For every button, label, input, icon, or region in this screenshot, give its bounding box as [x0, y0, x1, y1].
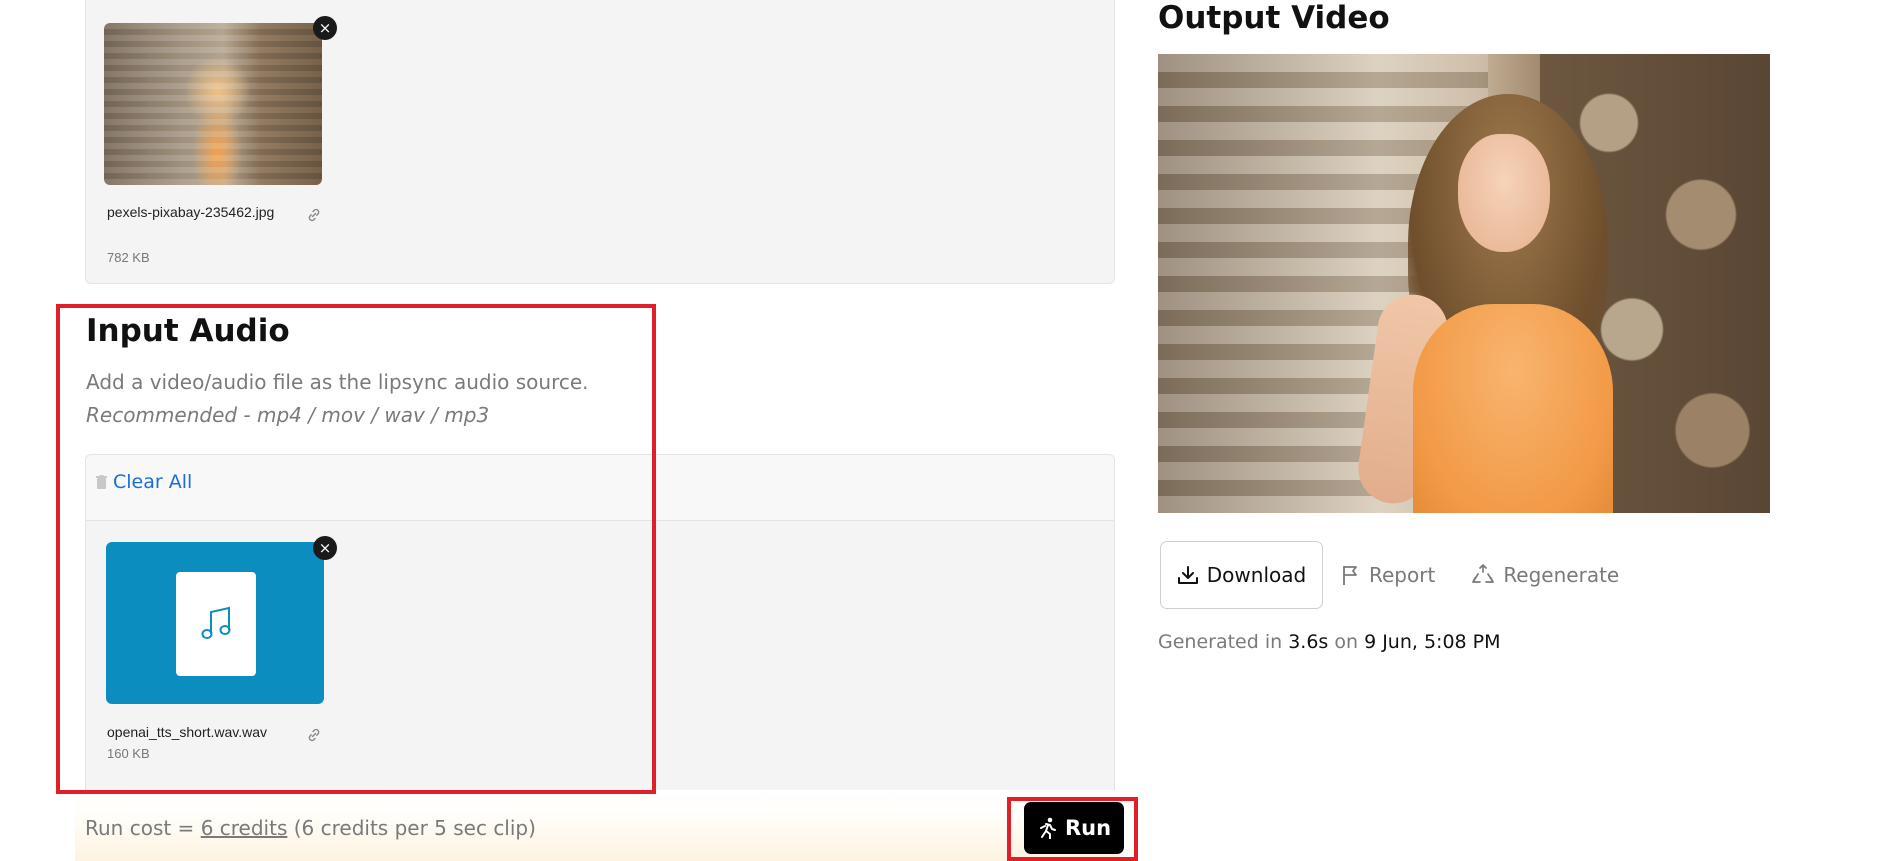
image-thumbnail[interactable]	[104, 23, 322, 185]
video-subject-dress	[1413, 304, 1613, 513]
regenerate-button[interactable]: Regenerate	[1471, 563, 1619, 587]
report-label: Report	[1369, 563, 1436, 587]
audio-file-page	[176, 572, 256, 676]
download-label: Download	[1206, 563, 1307, 587]
close-icon: ×	[318, 19, 332, 37]
output-video-player[interactable]	[1158, 54, 1770, 513]
flag-icon	[1343, 566, 1357, 585]
audio-file-size: 160 KB	[107, 746, 150, 761]
input-audio-description: Add a video/audio file as the lipsync au…	[86, 370, 589, 394]
image-file-size: 782 KB	[107, 250, 150, 265]
remove-image-button[interactable]: ×	[313, 16, 337, 40]
generated-info: Generated in 3.6s on 9 Jun, 5:08 PM	[1158, 631, 1501, 653]
run-button-label: Run	[1064, 816, 1112, 840]
generated-prefix: Generated in	[1158, 631, 1289, 653]
run-cost-prefix: Run cost =	[85, 816, 201, 840]
image-file-card	[104, 23, 324, 185]
input-audio-recommended: Recommended - mp4 / mov / wav / mp3	[86, 403, 490, 427]
generation-duration: 3.6s	[1288, 631, 1329, 653]
run-cost-text: Run cost = 6 credits (6 credits per 5 se…	[85, 816, 536, 840]
download-button[interactable]: Download	[1160, 541, 1323, 609]
video-subject-face	[1458, 134, 1550, 252]
recycle-icon	[1472, 564, 1495, 583]
input-audio-title: Input Audio	[86, 313, 290, 349]
clear-all-button[interactable]: Clear All	[96, 471, 192, 493]
output-video-title: Output Video	[1158, 0, 1390, 36]
remove-audio-button[interactable]: ×	[313, 536, 337, 560]
running-person-icon	[1039, 817, 1056, 839]
output-actions: Download Report Regenerate	[1160, 541, 1619, 609]
run-button[interactable]: Run	[1024, 802, 1124, 854]
input-image-panel	[85, 0, 1115, 284]
close-icon: ×	[318, 539, 332, 557]
image-file-name[interactable]: pexels-pixabay-235462.jpg	[107, 202, 297, 222]
audio-file-name[interactable]: openai_tts_short.wav.wav	[107, 722, 307, 742]
link-icon[interactable]	[306, 207, 322, 223]
audio-thumbnail[interactable]	[106, 542, 324, 704]
download-icon	[1177, 566, 1198, 584]
trash-icon	[96, 474, 107, 489]
audio-panel-header: Clear All	[86, 455, 1114, 521]
regenerate-label: Regenerate	[1503, 563, 1620, 587]
generated-on-word: on	[1328, 631, 1365, 653]
clear-all-label: Clear All	[113, 471, 193, 493]
input-audio-panel: Clear All	[85, 454, 1115, 810]
audio-file-card	[106, 542, 326, 704]
music-note-icon	[201, 606, 231, 639]
report-button[interactable]: Report	[1341, 563, 1435, 587]
run-cost-suffix: (6 credits per 5 sec clip)	[287, 816, 536, 840]
credits-link[interactable]: 6 credits	[201, 816, 288, 840]
link-icon[interactable]	[306, 727, 322, 743]
generation-timestamp: 9 Jun, 5:08 PM	[1364, 631, 1501, 653]
